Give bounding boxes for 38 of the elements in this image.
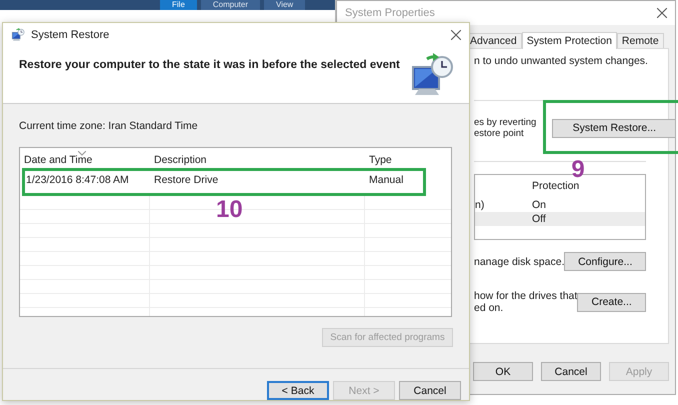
- ribbon-tab[interactable]: Computer: [200, 0, 260, 10]
- window-title: System Properties: [345, 7, 435, 19]
- ribbon-tab[interactable]: File: [160, 0, 197, 10]
- restore-text: es by reverting estore point: [474, 117, 536, 139]
- time-zone-text: Current time zone: Iran Standard Time: [19, 120, 199, 132]
- create-text: how for the drives that ed on.: [474, 290, 578, 314]
- drive-row[interactable]: Off: [475, 212, 645, 226]
- configure-button[interactable]: Configure...: [564, 252, 646, 271]
- column-header[interactable]: Description: [150, 154, 365, 168]
- dialog-heading: Restore your computer to the state it was in before the selected event: [19, 59, 400, 71]
- column-header: Protection: [532, 180, 580, 192]
- protection-status: On: [532, 199, 546, 211]
- window-title: System Restore: [31, 29, 110, 41]
- close-icon[interactable]: [657, 8, 667, 18]
- table-cell: Manual: [369, 174, 404, 187]
- table-cell: Restore Drive: [154, 174, 218, 187]
- table-cell: 1/23/2016 8:47:08 AM: [26, 174, 129, 187]
- drive-name: n): [475, 199, 484, 211]
- dialog-button[interactable]: < Back: [267, 381, 329, 400]
- dialog-button[interactable]: Cancel: [399, 381, 461, 400]
- step-number: 10: [216, 198, 243, 222]
- column-header[interactable]: Type: [365, 154, 451, 168]
- protection-status: Off: [532, 213, 546, 225]
- drive-row[interactable]: n) On: [475, 198, 645, 212]
- sort-chevron-icon: [78, 151, 86, 156]
- dialog-button[interactable]: Cancel: [541, 362, 601, 381]
- restore-small-icon: [11, 28, 25, 42]
- ribbon-tab[interactable]: View: [264, 0, 306, 10]
- create-button[interactable]: Create...: [577, 292, 646, 312]
- step-number: 9: [571, 158, 585, 182]
- tab[interactable]: Remote: [616, 33, 664, 48]
- close-icon[interactable]: [451, 30, 461, 40]
- dialog-button[interactable]: OK: [473, 362, 533, 381]
- tab[interactable]: System Protection: [522, 32, 617, 49]
- column-header[interactable]: Date and Time: [20, 154, 150, 168]
- configure-text: nanage disk space.: [474, 256, 564, 268]
- system-restore-button[interactable]: System Restore...: [552, 118, 676, 138]
- description-text: n to undo unwanted system changes.: [474, 55, 649, 67]
